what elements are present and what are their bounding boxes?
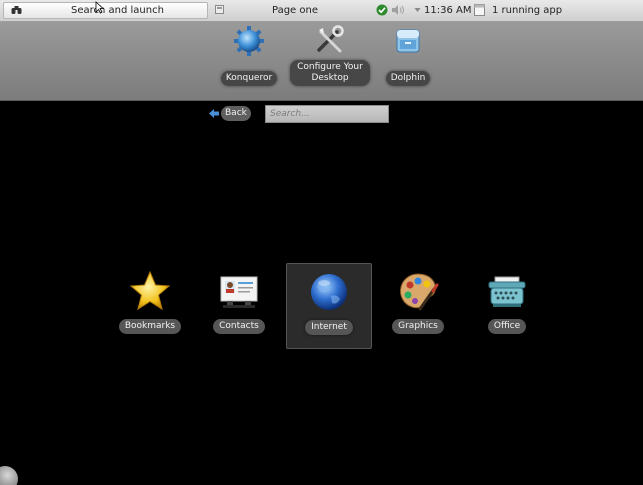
running-apps-label[interactable]: 1 running app (492, 2, 562, 19)
network-ok-icon[interactable] (376, 4, 388, 16)
favorite-label: Konqueror (220, 71, 278, 86)
category-label: Graphics (392, 319, 444, 334)
dolphin-icon (396, 29, 420, 53)
category-label: Bookmarks (118, 319, 182, 334)
favorite-label: Configure Your Desktop (290, 60, 370, 86)
globe-icon (311, 274, 347, 310)
top-panel: Search and launch Page one 11:36 AM 1 ru… (0, 0, 643, 22)
back-label: Back (221, 106, 251, 121)
binoculars-icon (11, 6, 22, 14)
category-label: Contacts (213, 319, 265, 334)
back-arrow-icon (209, 109, 219, 118)
search-input[interactable] (265, 105, 389, 123)
category-office[interactable]: Office (464, 263, 550, 349)
search-launch-label: Search and launch (71, 5, 164, 16)
konqueror-icon (234, 26, 264, 56)
category-bookmarks[interactable]: Bookmarks (107, 263, 193, 349)
search-launch-tab[interactable]: Search and launch (3, 2, 208, 19)
configure-desktop-icon (317, 25, 344, 53)
clock[interactable]: 11:36 AM (424, 2, 471, 19)
favorite-configure-desktop[interactable]: Configure Your Desktop (290, 24, 370, 86)
volume-icon[interactable] (391, 4, 405, 16)
category-label: Internet (305, 320, 353, 335)
palette-icon (400, 273, 439, 311)
favorite-konqueror[interactable]: Konqueror (216, 24, 282, 86)
category-internet[interactable]: Internet (286, 263, 372, 349)
contacts-card-icon (220, 276, 258, 308)
corner-toolbox-button[interactable] (0, 466, 18, 485)
favorite-dolphin[interactable]: Dolphin (378, 24, 438, 86)
category-contacts[interactable]: Contacts (196, 263, 282, 349)
category-graphics[interactable]: Graphics (375, 263, 461, 349)
favorite-label: Dolphin (385, 71, 431, 86)
window-list-icon[interactable] (474, 4, 485, 16)
pager-icon[interactable] (215, 5, 224, 14)
plasma-netbook-screen: Search and launch Page one 11:36 AM 1 ru… (0, 0, 643, 485)
typewriter-icon (488, 276, 526, 307)
favorites-strip: Konqueror Configure Your Desktop Dolphin (0, 22, 643, 101)
star-icon (129, 270, 171, 311)
page-label[interactable]: Page one (272, 2, 318, 19)
mouse-cursor-icon (95, 1, 104, 14)
tray-arrow-icon[interactable] (414, 6, 421, 14)
category-label: Office (487, 319, 527, 334)
